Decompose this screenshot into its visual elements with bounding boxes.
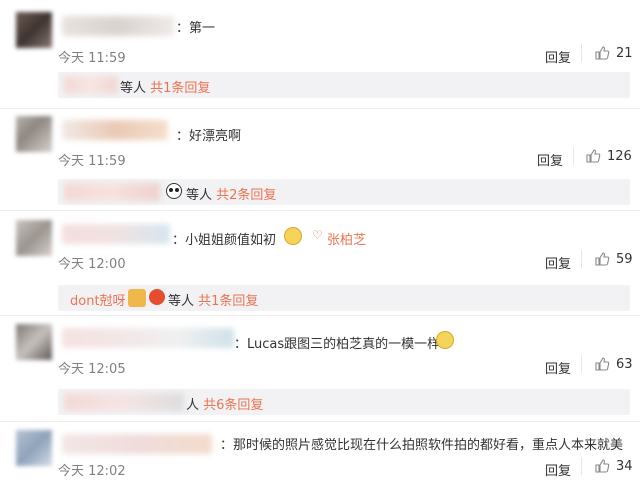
comment-text: ：好漂亮啊 (176, 129, 242, 144)
comment-item: ：小姐姐颜值如初 ♡ 张柏芝 今天 12:00 回复 59 dont尅呀 等人 … (0, 208, 640, 311)
sub-replies-box[interactable]: 等人 共1条回复 (58, 72, 630, 98)
mention-link[interactable]: 张柏芝 (327, 229, 366, 248)
like-button[interactable]: 59 (594, 251, 633, 267)
like-count: 21 (616, 45, 633, 61)
divider (573, 147, 574, 165)
sub-reply-link[interactable]: 共2条回复 (216, 188, 276, 203)
sub-who: 等人 (186, 188, 213, 203)
badge-icon (128, 289, 146, 307)
like-button[interactable]: 21 (594, 45, 633, 61)
divider (581, 355, 582, 373)
panda-icon (166, 183, 182, 199)
thumbs-up-icon (595, 46, 610, 60)
comment-time: 今天 11:59 (58, 51, 126, 66)
like-button[interactable]: 126 (585, 148, 632, 164)
avatar[interactable] (16, 12, 52, 48)
like-button[interactable]: 34 (594, 458, 633, 474)
comment-text: ：第一 (176, 21, 216, 36)
sub-replies-box[interactable]: dont尅呀 等人 共1条回复 (58, 285, 630, 311)
mention-icon: ♡ (312, 228, 323, 242)
avatar[interactable] (16, 116, 52, 152)
comment-time: 今天 12:02 (58, 464, 126, 479)
username-blurred[interactable] (62, 120, 168, 140)
sub-replies-box[interactable]: 人 共6条回复 (58, 389, 630, 415)
emoji-icon (284, 227, 302, 245)
thumbs-up-icon (595, 459, 610, 473)
divider (581, 250, 582, 268)
like-count: 63 (616, 356, 633, 372)
sub-reply-link[interactable]: 共1条回复 (198, 294, 258, 309)
comment-item: ：好漂亮啊 今天 11:59 回复 126 等人 共2条回复 (0, 104, 640, 207)
like-button[interactable]: 63 (594, 356, 633, 372)
comment-item: ：Lucas跟图三的柏芝真的一模一样 今天 12:05 回复 63 人 共6条回… (0, 312, 640, 415)
sub-username-blurred (64, 183, 160, 201)
avatar[interactable] (16, 220, 52, 256)
comment-text: ：小姐姐颜值如初 (172, 233, 277, 248)
sub-reply-link[interactable]: 共6条回复 (203, 398, 263, 413)
username-blurred[interactable] (62, 224, 170, 244)
badge-icon (149, 289, 165, 305)
divider (581, 44, 582, 62)
avatar[interactable] (16, 324, 52, 360)
reply-button[interactable]: 回复 (545, 253, 571, 272)
sub-who: 人 (186, 398, 200, 413)
reply-button[interactable]: 回复 (545, 47, 571, 66)
thumbs-up-icon (595, 357, 610, 371)
sub-username[interactable]: dont尅呀 (70, 290, 126, 309)
comment-time: 今天 12:00 (58, 257, 126, 272)
reply-button[interactable]: 回复 (537, 150, 563, 169)
sub-who: 等人 (120, 81, 147, 96)
like-count: 34 (616, 458, 633, 474)
comment-time: 今天 12:05 (58, 362, 126, 377)
comment-text: ：那时候的照片感觉比现在什么拍照软件拍的都好看，重点人本来就美 (220, 438, 624, 453)
comment-time: 今天 11:59 (58, 154, 126, 169)
sub-username-blurred (64, 393, 184, 411)
reply-button[interactable]: 回复 (545, 358, 571, 377)
sub-replies-box[interactable]: 等人 共2条回复 (58, 179, 630, 205)
username-blurred[interactable] (62, 328, 234, 348)
laughing-emoji-icon (436, 331, 454, 349)
sub-who: 等人 (168, 294, 195, 309)
sub-reply-link[interactable]: 共1条回复 (150, 81, 210, 96)
thumbs-up-icon (586, 149, 601, 163)
comment-item: ：第一 今天 11:59 回复 21 等人 共1条回复 (0, 0, 640, 103)
thumbs-up-icon (595, 252, 610, 266)
comment-text: ：Lucas跟图三的柏芝真的一模一样 (234, 337, 441, 352)
username-blurred[interactable] (62, 434, 212, 454)
like-count: 126 (607, 148, 632, 164)
sub-username-blurred (64, 76, 118, 94)
divider (581, 457, 582, 475)
reply-button[interactable]: 回复 (545, 460, 571, 479)
username-blurred[interactable] (62, 16, 174, 36)
like-count: 59 (616, 251, 633, 267)
avatar[interactable] (16, 430, 52, 466)
comment-item: ：那时候的照片感觉比现在什么拍照软件拍的都好看，重点人本来就美 今天 12:02… (0, 418, 640, 493)
